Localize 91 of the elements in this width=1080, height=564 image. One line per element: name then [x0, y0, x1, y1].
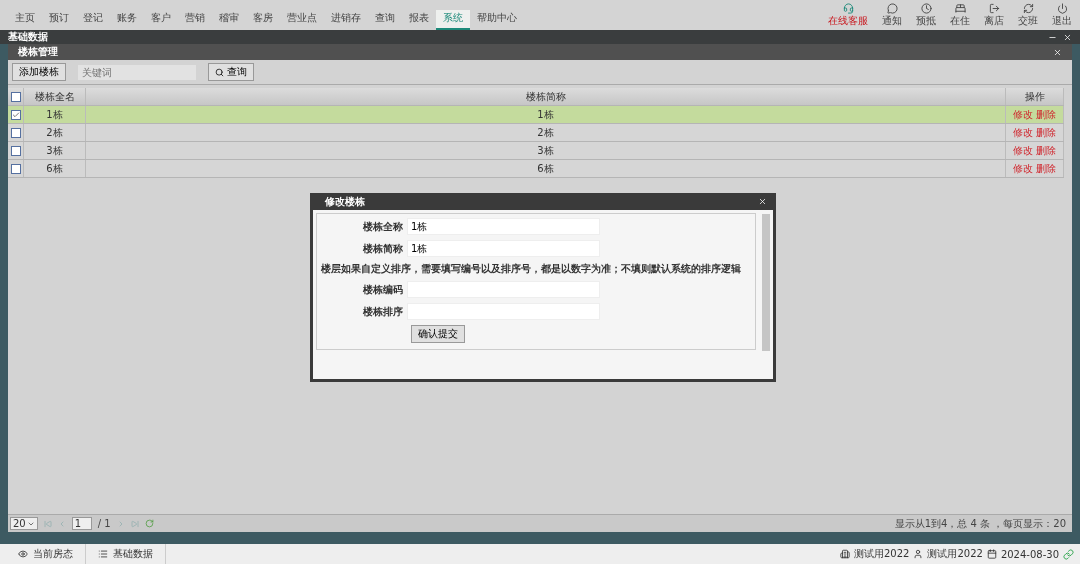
eye-icon: [18, 549, 28, 559]
delete-link[interactable]: 删除: [1036, 107, 1056, 122]
close-icon[interactable]: [1063, 32, 1072, 42]
exit-icon: [988, 3, 1000, 14]
page-field[interactable]: 1: [71, 517, 92, 530]
row-checkbox[interactable]: [10, 163, 21, 174]
list-icon: [98, 549, 108, 559]
close-icon[interactable]: [1053, 47, 1062, 57]
search-field[interactable]: 关键词: [78, 64, 196, 80]
swap-icon: [1022, 3, 1034, 14]
panel-title: 楼栋管理: [18, 45, 58, 59]
close-icon[interactable]: [758, 197, 767, 206]
page-summary: 显示从1到4，总 4 条 ，每页显示：20: [894, 516, 1066, 531]
nav-tab[interactable]: 查询: [368, 10, 402, 30]
service-icon: [842, 3, 854, 14]
status-tab[interactable]: 基础数据: [86, 544, 166, 564]
user-name: 测试用2022: [927, 547, 983, 561]
nav-tab[interactable]: 报表: [402, 10, 436, 30]
table-cell: 2栋: [24, 124, 86, 141]
input-field[interactable]: 1栋: [407, 218, 600, 235]
select-all-checkbox[interactable]: [10, 91, 21, 102]
nav-tab[interactable]: 主页: [8, 10, 42, 30]
dialog-title: 修改楼栋: [325, 194, 365, 209]
nav-tab[interactable]: 系统: [436, 10, 470, 30]
row-checkbox[interactable]: [10, 109, 21, 120]
search-button[interactable]: 查询: [208, 63, 254, 81]
toolbar-button[interactable]: 在住: [950, 3, 970, 27]
power-icon: [1056, 3, 1068, 14]
nav-tab[interactable]: 进销存: [324, 10, 368, 30]
input-field[interactable]: 1栋: [407, 240, 600, 257]
scrollbar[interactable]: [762, 214, 770, 351]
field-label: 楼栋编码: [362, 282, 403, 297]
column-header: 楼栋全名: [24, 88, 86, 105]
check-icon: [11, 110, 20, 119]
table-cell: 6栋: [86, 160, 1006, 177]
toolbar-button[interactable]: 预抵: [916, 3, 936, 27]
nav-tab[interactable]: 客户: [144, 10, 178, 30]
edit-link[interactable]: 修改: [1013, 125, 1033, 140]
table-row[interactable]: 1栋 1栋 修改 删除: [8, 106, 1064, 124]
edit-link[interactable]: 修改: [1013, 143, 1033, 158]
add-building-button[interactable]: 添加楼栋: [12, 63, 66, 81]
toolbar-button[interactable]: 退出: [1052, 3, 1072, 27]
search-icon: [215, 67, 224, 77]
table-cell: 3栋: [86, 142, 1006, 159]
building-icon: [839, 549, 850, 559]
calendar-icon: [986, 549, 997, 559]
toolbar-button[interactable]: 通知: [882, 3, 902, 27]
row-checkbox[interactable]: [10, 127, 21, 138]
nav-tab[interactable]: 稽审: [212, 10, 246, 30]
edit-link[interactable]: 修改: [1013, 107, 1033, 122]
page-size-select[interactable]: 20: [10, 517, 38, 530]
column-header: 楼栋简称: [86, 88, 1006, 105]
toolbar-button[interactable]: 在线客服: [828, 3, 868, 27]
bed-icon: [954, 3, 966, 14]
table-cell: 6栋: [24, 160, 86, 177]
delete-link[interactable]: 删除: [1036, 143, 1056, 158]
table-cell: 1栋: [86, 106, 1006, 123]
column-header: 操作: [1006, 88, 1064, 105]
field-label: 楼栋全称: [362, 219, 403, 234]
hotel-name: 测试用2022: [853, 547, 910, 561]
field-label: 楼栋简称: [362, 241, 403, 256]
notice-icon: [886, 3, 898, 14]
delete-link[interactable]: 删除: [1036, 125, 1056, 140]
page-total: / 1: [97, 518, 111, 529]
nav-tab[interactable]: 帮助中心: [470, 10, 524, 30]
edit-link[interactable]: 修改: [1013, 161, 1033, 176]
field-label: 楼栋排序: [362, 304, 403, 319]
table-cell: 3栋: [24, 142, 86, 159]
status-tab[interactable]: 当前房态: [6, 544, 86, 564]
nav-tab[interactable]: 营销: [178, 10, 212, 30]
nav-tab[interactable]: 预订: [42, 10, 76, 30]
clock-icon: [920, 3, 932, 14]
table-row[interactable]: 6栋 6栋 修改 删除: [8, 160, 1064, 178]
nav-tab[interactable]: 登记: [76, 10, 110, 30]
submit-button[interactable]: 确认提交: [411, 325, 465, 343]
toolbar-button[interactable]: 离店: [984, 3, 1004, 27]
toolbar-button[interactable]: 交班: [1018, 3, 1038, 27]
row-checkbox[interactable]: [10, 145, 21, 156]
nav-tab[interactable]: 营业点: [280, 10, 324, 30]
window-title: 基础数据: [8, 30, 48, 44]
table-cell: 2栋: [86, 124, 1006, 141]
link-icon: [1063, 548, 1074, 560]
delete-link[interactable]: 删除: [1036, 161, 1056, 176]
user-icon: [913, 549, 924, 559]
sort-note: 楼层如果自定义排序，需要填写编号以及排序号，都是以数字为准；不填则默认系统的排序逻辑: [320, 262, 742, 276]
nav-tab[interactable]: 客房: [246, 10, 280, 30]
table-cell: 1栋: [24, 106, 86, 123]
date-text: 2024-08-30: [1000, 548, 1059, 560]
nav-tab[interactable]: 账务: [110, 10, 144, 30]
table-row[interactable]: 2栋 2栋 修改 删除: [8, 124, 1064, 142]
table-row[interactable]: 3栋 3栋 修改 删除: [8, 142, 1064, 160]
